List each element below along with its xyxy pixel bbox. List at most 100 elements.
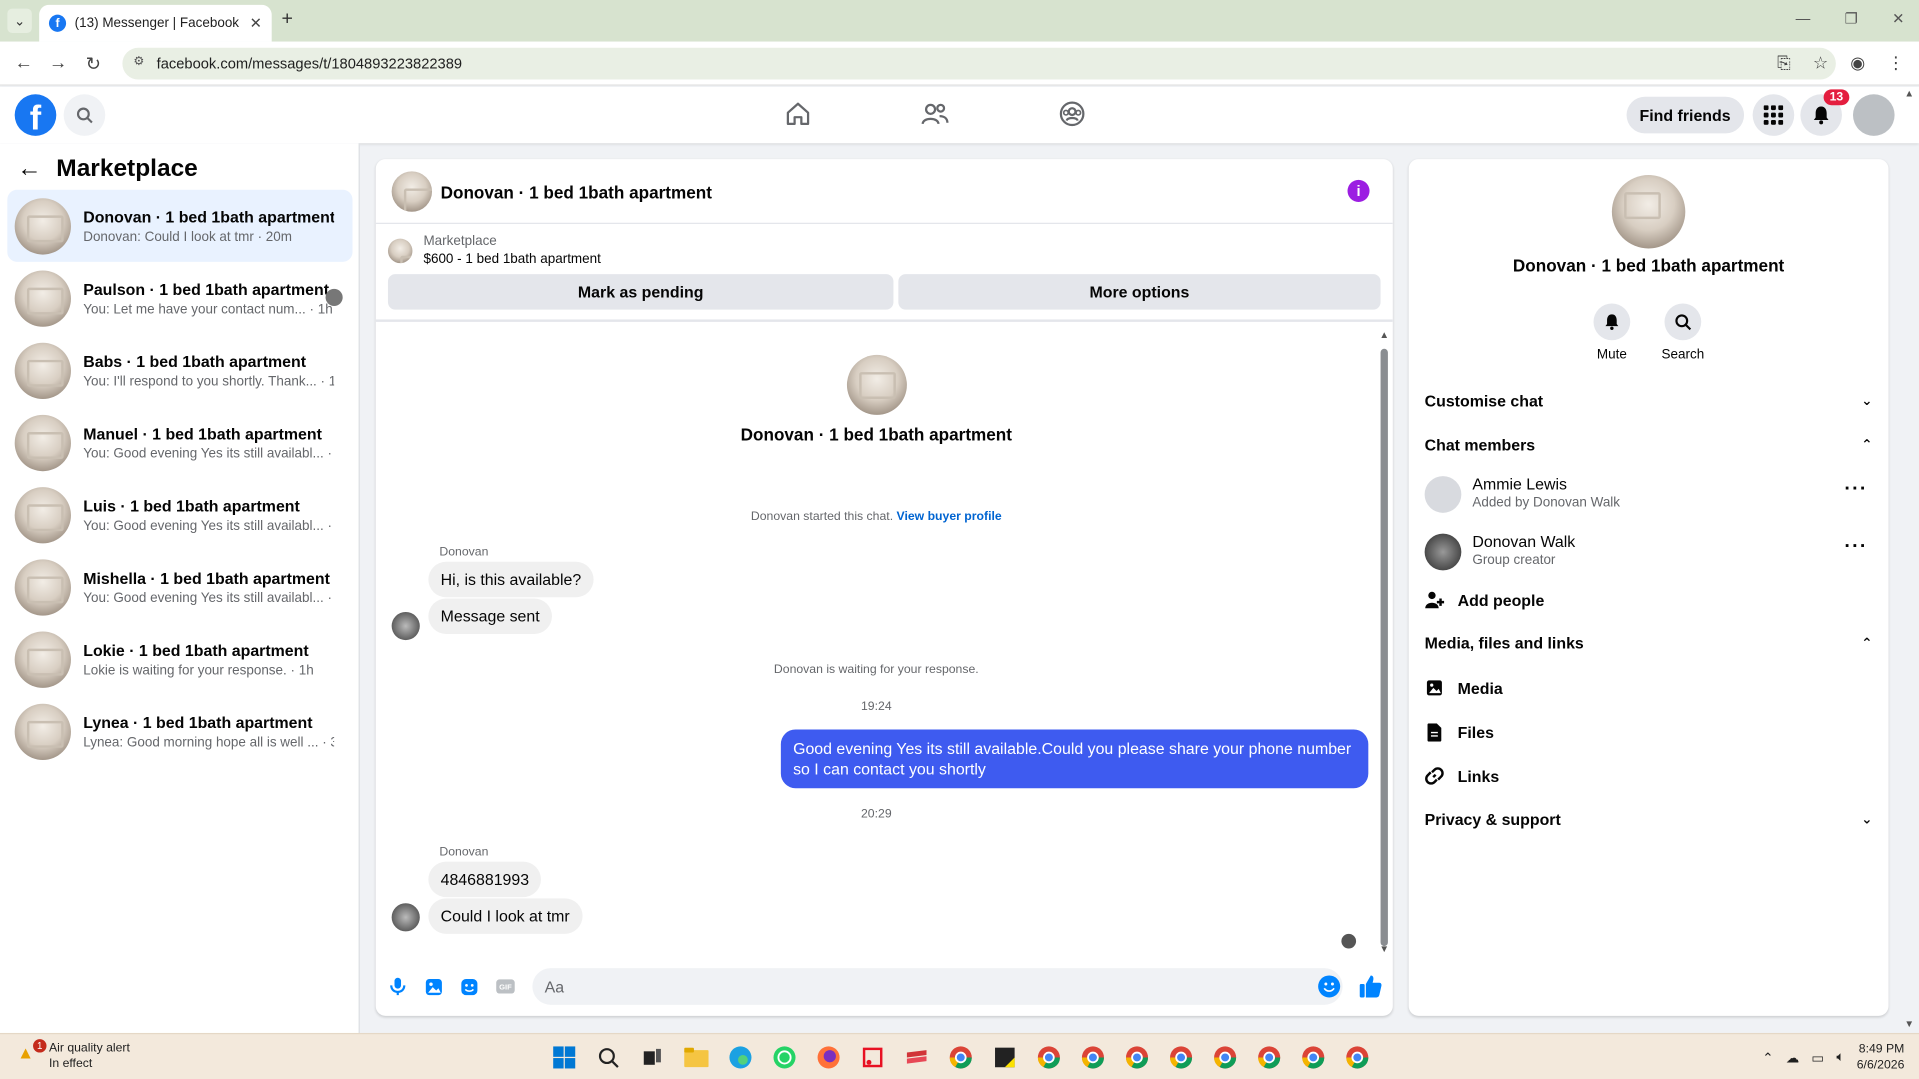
snipping-tool-icon[interactable] — [858, 1043, 887, 1072]
weather-widget[interactable]: ▲ 1 Air quality alert In effect — [17, 1039, 130, 1072]
media-files-links-section[interactable]: Media, files and links ⌃ — [1425, 634, 1873, 652]
url-field[interactable]: ⚙ facebook.com/messages/t/18048932238223… — [122, 47, 1836, 80]
search-button[interactable] — [63, 94, 106, 136]
browser-menu-icon[interactable]: ⋮ — [1887, 53, 1904, 74]
account-avatar[interactable] — [1852, 94, 1895, 136]
firefox-icon[interactable] — [814, 1043, 843, 1072]
chrome-icon[interactable] — [1343, 1043, 1372, 1072]
sticker-icon[interactable] — [458, 975, 480, 997]
scroll-up-icon[interactable]: ▲ — [1904, 88, 1914, 99]
incoming-message[interactable]: Could I look at tmr — [428, 898, 582, 934]
chat-members-section[interactable]: Chat members ⌃ — [1425, 436, 1873, 454]
message-input[interactable]: Aa — [532, 968, 1343, 1005]
chat-member[interactable]: Ammie Lewis Added by Donovan Walk ··· — [1424, 471, 1873, 515]
scrollbar-thumb[interactable] — [1380, 348, 1388, 947]
taskbar-search-icon[interactable] — [594, 1043, 623, 1072]
scroll-down-icon[interactable]: ▼ — [1379, 944, 1389, 955]
reload-icon[interactable]: ↻ — [86, 53, 101, 75]
chat-member[interactable]: Donovan Walk Group creator ··· — [1424, 529, 1873, 573]
files-item[interactable]: Files — [1425, 722, 1494, 742]
thumbs-up-icon[interactable] — [1359, 974, 1383, 1005]
new-tab-button[interactable]: + — [281, 9, 292, 31]
conversation-item[interactable]: Luis · 1 bed 1bath apartment You: Good e… — [7, 479, 352, 551]
chrome-profile-icon[interactable] — [946, 1043, 975, 1072]
chrome-icon[interactable] — [1078, 1043, 1107, 1072]
emoji-icon[interactable] — [1318, 975, 1341, 998]
menu-grid-button[interactable] — [1752, 94, 1795, 136]
search-action[interactable]: Search — [1652, 303, 1713, 362]
chat-thumbnail[interactable] — [391, 171, 433, 212]
sender-avatar[interactable] — [391, 903, 420, 932]
info-icon[interactable]: i — [1347, 179, 1370, 202]
groups-icon[interactable] — [1057, 99, 1086, 128]
photo-icon[interactable] — [422, 975, 444, 997]
view-buyer-profile-link[interactable]: View buyer profile — [897, 510, 1002, 523]
back-arrow-icon[interactable]: ← — [17, 155, 41, 183]
forward-arrow-icon[interactable]: → — [49, 53, 67, 74]
sender-avatar[interactable] — [391, 611, 420, 641]
incoming-message[interactable]: Hi, is this available? — [428, 561, 594, 598]
privacy-support-section[interactable]: Privacy & support ⌄ — [1425, 810, 1873, 828]
scroll-up-icon[interactable]: ▲ — [1379, 329, 1389, 340]
microphone-icon[interactable] — [387, 975, 409, 997]
message-scrollbar[interactable]: ▲ ▼ — [1379, 329, 1389, 955]
mark-as-pending-button[interactable]: Mark as pending — [387, 274, 894, 310]
file-explorer-icon[interactable] — [682, 1043, 711, 1072]
incoming-message[interactable]: Message sent — [428, 598, 552, 634]
tab-search-button[interactable]: ⌄ — [7, 8, 32, 34]
task-view-icon[interactable] — [638, 1043, 667, 1072]
browser-tab[interactable]: f (13) Messenger | Facebook ✕ — [39, 4, 272, 42]
conversation-item[interactable]: Mishella · 1 bed 1bath apartment You: Go… — [7, 551, 352, 623]
chrome-icon[interactable] — [1166, 1043, 1195, 1072]
tab-close-icon[interactable]: ✕ — [250, 15, 262, 32]
chat-title[interactable]: Donovan · 1 bed 1bath apartment — [441, 182, 712, 202]
listing-row[interactable]: Marketplace $600 - 1 bed 1bath apartment — [387, 233, 601, 270]
chrome-icon[interactable] — [1122, 1043, 1151, 1072]
stack-app-icon[interactable] — [902, 1043, 931, 1072]
home-icon[interactable] — [783, 99, 812, 128]
edge-browser-icon[interactable] — [726, 1043, 755, 1072]
minimize-button[interactable]: — — [1796, 10, 1811, 27]
chrome-icon[interactable] — [1210, 1043, 1239, 1072]
bookmark-star-icon[interactable]: ☆ — [1813, 53, 1828, 74]
clock[interactable]: 8:49 PM 6/6/2026 — [1857, 1042, 1905, 1074]
facebook-logo[interactable]: f — [14, 94, 57, 136]
install-app-icon[interactable]: ⎘ — [1777, 53, 1791, 74]
incoming-message[interactable]: 4846881993 — [428, 861, 542, 898]
more-options-button[interactable]: More options — [898, 274, 1381, 310]
conversation-item[interactable]: Donovan · 1 bed 1bath apartment Donovan:… — [7, 189, 353, 262]
more-options-icon[interactable]: ··· — [1844, 479, 1867, 501]
whatsapp-icon[interactable] — [770, 1043, 799, 1072]
profile-icon[interactable]: ◉ — [1850, 53, 1865, 74]
friends-icon[interactable] — [920, 99, 949, 128]
chrome-icon[interactable] — [1034, 1043, 1063, 1072]
chrome-icon[interactable] — [1299, 1043, 1328, 1072]
find-friends-button[interactable]: Find friends — [1626, 96, 1745, 134]
site-info-icon[interactable]: ⚙ — [133, 55, 148, 70]
gif-icon[interactable]: GIF — [494, 975, 516, 997]
conversation-item[interactable]: Lokie · 1 bed 1bath apartment Lokie is w… — [7, 623, 352, 695]
cloud-icon[interactable]: ☁ — [1786, 1049, 1799, 1066]
conversation-item[interactable]: Lynea · 1 bed 1bath apartment Lynea: Goo… — [7, 695, 352, 767]
links-item[interactable]: Links — [1425, 766, 1499, 786]
conversation-item[interactable]: Paulson · 1 bed 1bath apartment You: Let… — [7, 262, 352, 334]
customise-chat-section[interactable]: Customise chat ⌄ — [1425, 392, 1873, 410]
chrome-icon[interactable] — [1254, 1043, 1283, 1072]
windows-start-icon[interactable] — [550, 1043, 579, 1072]
volume-icon[interactable]: 🔈︎ — [1836, 1049, 1844, 1065]
mute-action[interactable]: Mute — [1581, 303, 1642, 362]
network-icon[interactable]: ▭ — [1811, 1049, 1824, 1066]
outgoing-message[interactable]: Good evening Yes its still available.Cou… — [780, 729, 1369, 789]
page-scrollbar[interactable]: ▲ ▼ — [1904, 88, 1916, 1030]
back-arrow-icon[interactable]: ← — [15, 53, 33, 74]
more-options-icon[interactable]: ··· — [1844, 536, 1867, 558]
notifications-button[interactable]: 13 — [1800, 89, 1850, 136]
add-people-button[interactable]: Add people — [1425, 590, 1544, 610]
media-item[interactable]: Media — [1425, 678, 1503, 698]
scroll-down-icon[interactable]: ▼ — [1904, 1018, 1914, 1029]
sticky-notes-icon[interactable] — [990, 1043, 1019, 1072]
close-window-button[interactable]: ✕ — [1892, 10, 1904, 27]
conversation-item[interactable]: Manuel · 1 bed 1bath apartment You: Good… — [7, 406, 352, 478]
restore-button[interactable]: ❐ — [1845, 10, 1858, 27]
chevron-up-icon[interactable]: ⌃ — [1762, 1049, 1773, 1066]
